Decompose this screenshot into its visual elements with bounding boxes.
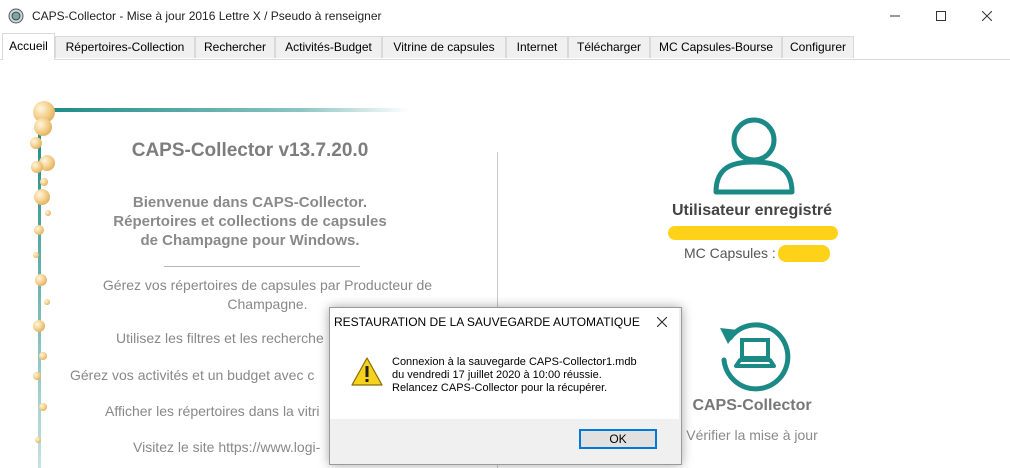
redacted-mc-value <box>778 245 830 262</box>
dialog-message-line: du vendredi 17 juillet 2020 à 10:00 réus… <box>392 369 602 381</box>
bubble <box>44 299 50 305</box>
bubble <box>33 320 45 332</box>
bubble <box>34 225 44 235</box>
tab-telecharger[interactable]: Télécharger <box>568 36 650 58</box>
update-title: CAPS-Collector <box>692 397 812 414</box>
caps-icon <box>8 8 24 24</box>
update-subtitle[interactable]: Vérifier la mise à jour <box>652 427 852 443</box>
bubble <box>35 437 41 443</box>
app-version-title: CAPS-Collector v13.7.20.0 <box>131 140 369 161</box>
bubble <box>45 210 51 216</box>
bubble <box>40 178 48 186</box>
minimize-button[interactable] <box>872 0 918 32</box>
bubble <box>39 352 47 360</box>
tab-repertoires-collection[interactable]: Répertoires-Collection <box>55 36 195 58</box>
dialog-body: Connexion à la sauvegarde CAPS-Collector… <box>330 336 679 419</box>
dialog-footer: OK <box>330 419 679 464</box>
tab-vitrine-de-capsules[interactable]: Vitrine de capsules <box>382 36 506 58</box>
maximize-button[interactable] <box>918 0 964 32</box>
dialog-close-button[interactable] <box>645 308 679 336</box>
ok-button[interactable]: OK <box>579 429 657 449</box>
minimize-icon <box>890 15 900 17</box>
tab-activites-budget[interactable]: Activités-Budget <box>275 36 382 58</box>
tab-accueil[interactable]: Accueil <box>2 33 55 60</box>
feature-text: Visitez le site https://www.logi- <box>133 439 321 455</box>
close-button[interactable] <box>964 0 1010 32</box>
maximize-icon <box>936 11 946 21</box>
bubble <box>34 118 52 136</box>
header-line <box>44 108 410 112</box>
tab-rechercher[interactable]: Rechercher <box>195 36 275 58</box>
mc-capsules-label: MC Capsules : <box>684 245 776 261</box>
dialog-title-bar: RESTAURATION DE LA SAUVEGARDE AUTOMATIQU… <box>330 308 679 336</box>
bubble <box>30 137 42 149</box>
welcome-line: de Champagne pour Windows. <box>140 232 360 249</box>
tab-internet[interactable]: Internet <box>506 36 568 58</box>
dialog-message-line: Connexion à la sauvegarde CAPS-Collector… <box>392 356 637 368</box>
feature-line: Gérez vos répertoires de capsules par Pr… <box>102 277 433 293</box>
window-title: CAPS-Collector - Mise à jour 2016 Lettre… <box>32 9 382 23</box>
dialog-message-line: Relancez CAPS-Collector pour la récupére… <box>392 382 608 394</box>
dialog-message: Connexion à la sauvegarde CAPS-Collector… <box>392 356 637 395</box>
bubble <box>35 274 47 286</box>
tab-configurer[interactable]: Configurer <box>782 36 854 58</box>
update-icon[interactable] <box>716 316 794 394</box>
feature-text: Utilisez les filtres et les recherche <box>116 330 324 346</box>
bubble <box>33 252 39 258</box>
feature-text: Afficher les répertoires dans la vitri <box>105 403 320 419</box>
dialog-title: RESTAURATION DE LA SAUVEGARDE AUTOMATIQU… <box>334 315 640 329</box>
user-status: Utilisateur enregistré <box>671 202 833 219</box>
bubble <box>34 189 50 205</box>
user-icon[interactable] <box>712 116 796 196</box>
title-bar: CAPS-Collector - Mise à jour 2016 Lettre… <box>0 0 1010 32</box>
bubble <box>33 372 41 380</box>
bubble <box>39 403 47 411</box>
warning-icon <box>351 357 383 386</box>
separator <box>164 266 360 267</box>
close-icon <box>657 317 667 327</box>
restore-dialog: RESTAURATION DE LA SAUVEGARDE AUTOMATIQU… <box>329 307 682 465</box>
welcome-line: Répertoires et collections de capsules <box>113 213 387 230</box>
redacted-username <box>668 226 838 240</box>
tab-strip: Accueil Répertoires-Collection Recherche… <box>0 32 1010 60</box>
tab-mc-capsules-bourse[interactable]: MC Capsules-Bourse <box>650 36 782 58</box>
close-icon <box>982 11 992 21</box>
bubble <box>31 161 43 173</box>
feature-text: Gérez vos activités et un budget avec c <box>70 367 315 383</box>
welcome-line: Bienvenue dans CAPS-Collector. <box>132 194 368 211</box>
welcome-text: Bienvenue dans CAPS-Collector. Répertoir… <box>80 193 420 250</box>
